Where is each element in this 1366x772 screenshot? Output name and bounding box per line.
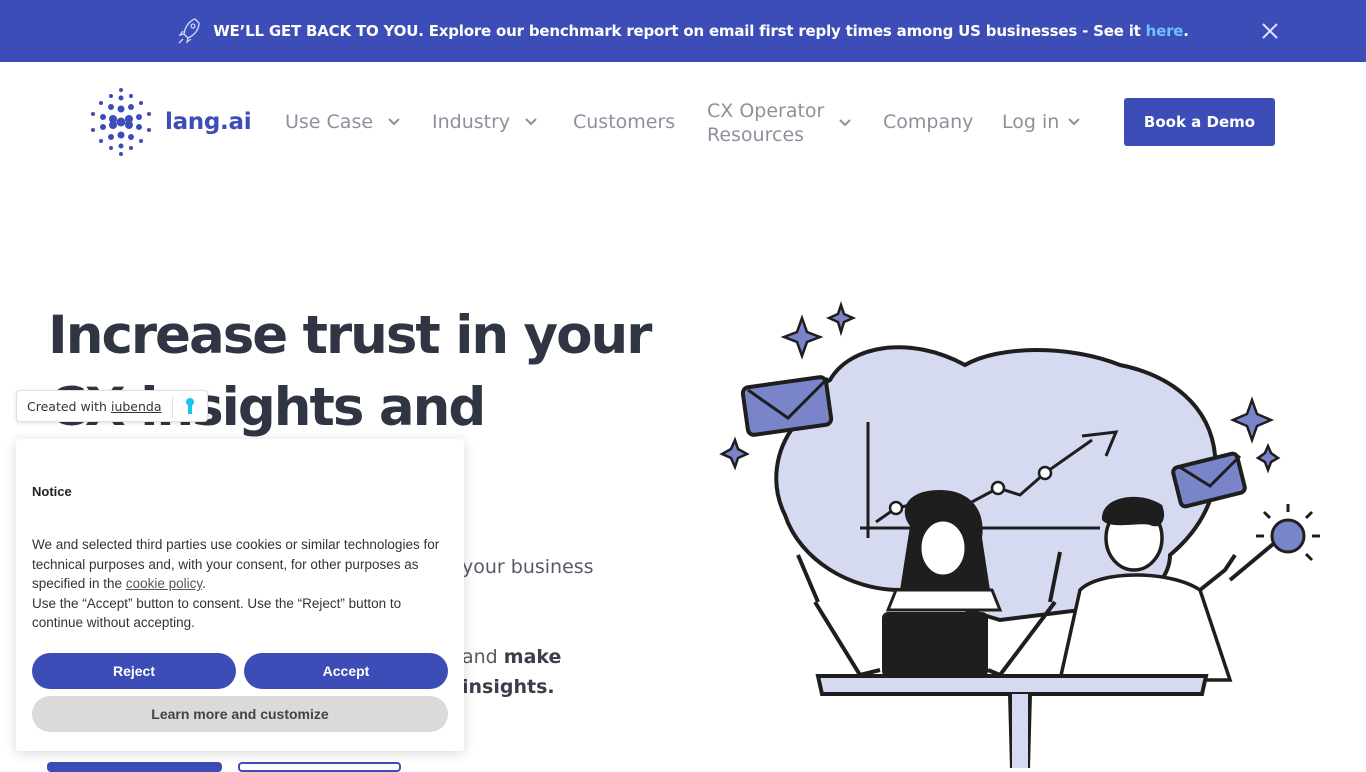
hero-body-bold-2: insights. bbox=[462, 676, 555, 698]
cookie-policy-link[interactable]: cookie policy bbox=[126, 576, 202, 591]
logo-text: lang.ai bbox=[165, 109, 252, 135]
nav-cx-line2: Resources bbox=[707, 124, 805, 146]
hero-body-fragment-2: insights. bbox=[462, 676, 555, 698]
nav-cx-line1: CX Operator bbox=[707, 100, 825, 122]
hero-subtitle-fragment: your business bbox=[462, 556, 594, 578]
nav-cx-label: CX Operator Resources bbox=[707, 99, 824, 147]
nav-cx-operator-resources[interactable]: CX Operator Resources bbox=[707, 99, 852, 147]
chevron-down-icon bbox=[1068, 118, 1081, 126]
hero-body-plain: and bbox=[462, 646, 504, 668]
hero-body-bold: make bbox=[503, 646, 562, 668]
nav-industry[interactable]: Industry bbox=[432, 111, 538, 133]
hero-title-line1: Increase trust in your bbox=[48, 305, 652, 366]
hero-secondary-button[interactable] bbox=[238, 762, 401, 772]
learn-more-button[interactable]: Learn more and customize bbox=[32, 696, 448, 732]
book-demo-button[interactable]: Book a Demo bbox=[1124, 98, 1275, 146]
nav-log-in[interactable]: Log in bbox=[1002, 111, 1081, 133]
reject-button[interactable]: Reject bbox=[32, 653, 236, 689]
chevron-down-icon bbox=[388, 118, 400, 126]
badge-divider bbox=[172, 397, 173, 417]
rocket-icon bbox=[177, 17, 201, 45]
nav-customers[interactable]: Customers bbox=[573, 111, 675, 133]
hero-illustration bbox=[719, 301, 1320, 768]
nav-use-case-label: Use Case bbox=[285, 111, 374, 133]
announcement-suffix: . bbox=[1183, 22, 1189, 40]
logo[interactable]: lang.ai bbox=[89, 86, 252, 158]
accept-button[interactable]: Accept bbox=[244, 653, 448, 689]
hero-title: Increase trust in your CX insights and bbox=[48, 300, 668, 444]
logo-icon bbox=[91, 88, 151, 156]
announcement-link[interactable]: here bbox=[1146, 22, 1184, 40]
nav-customers-label: Customers bbox=[573, 111, 676, 133]
iubenda-badge-text: Created with bbox=[27, 398, 107, 414]
hero-primary-button[interactable] bbox=[47, 762, 222, 772]
announcement-bar: WE’LL GET BACK TO YOU. Explore our bench… bbox=[0, 0, 1366, 62]
notice-body-period: . bbox=[202, 576, 206, 591]
iubenda-badge[interactable]: Created with iubenda bbox=[16, 390, 208, 422]
nav-use-case[interactable]: Use Case bbox=[285, 111, 401, 133]
site-header: lang.ai Use Case Industry Customers CX O… bbox=[0, 62, 1366, 182]
chevron-down-icon bbox=[525, 118, 537, 126]
notice-body-text: We and selected third parties use cookie… bbox=[32, 537, 440, 591]
keyhole-icon bbox=[186, 398, 194, 414]
close-icon[interactable] bbox=[1260, 21, 1280, 41]
notice-title: Notice bbox=[32, 484, 72, 499]
nav-log-in-label: Log in bbox=[1002, 111, 1060, 133]
nav-industry-label: Industry bbox=[432, 111, 511, 133]
announcement-message: WE’LL GET BACK TO YOU. Explore our bench… bbox=[213, 22, 1146, 40]
chevron-down-icon bbox=[839, 119, 852, 127]
hero-body-fragment: and make bbox=[462, 646, 561, 668]
cookie-notice: Notice We and selected third parties use… bbox=[16, 439, 464, 751]
announcement-text: WE’LL GET BACK TO YOU. Explore our bench… bbox=[213, 22, 1189, 40]
notice-body: We and selected third parties use cookie… bbox=[32, 535, 442, 633]
nav-company[interactable]: Company bbox=[883, 111, 973, 133]
notice-body-line2: Use the “Accept” button to consent. Use … bbox=[32, 595, 402, 631]
nav-company-label: Company bbox=[883, 111, 974, 133]
iubenda-link[interactable]: iubenda bbox=[111, 399, 162, 414]
